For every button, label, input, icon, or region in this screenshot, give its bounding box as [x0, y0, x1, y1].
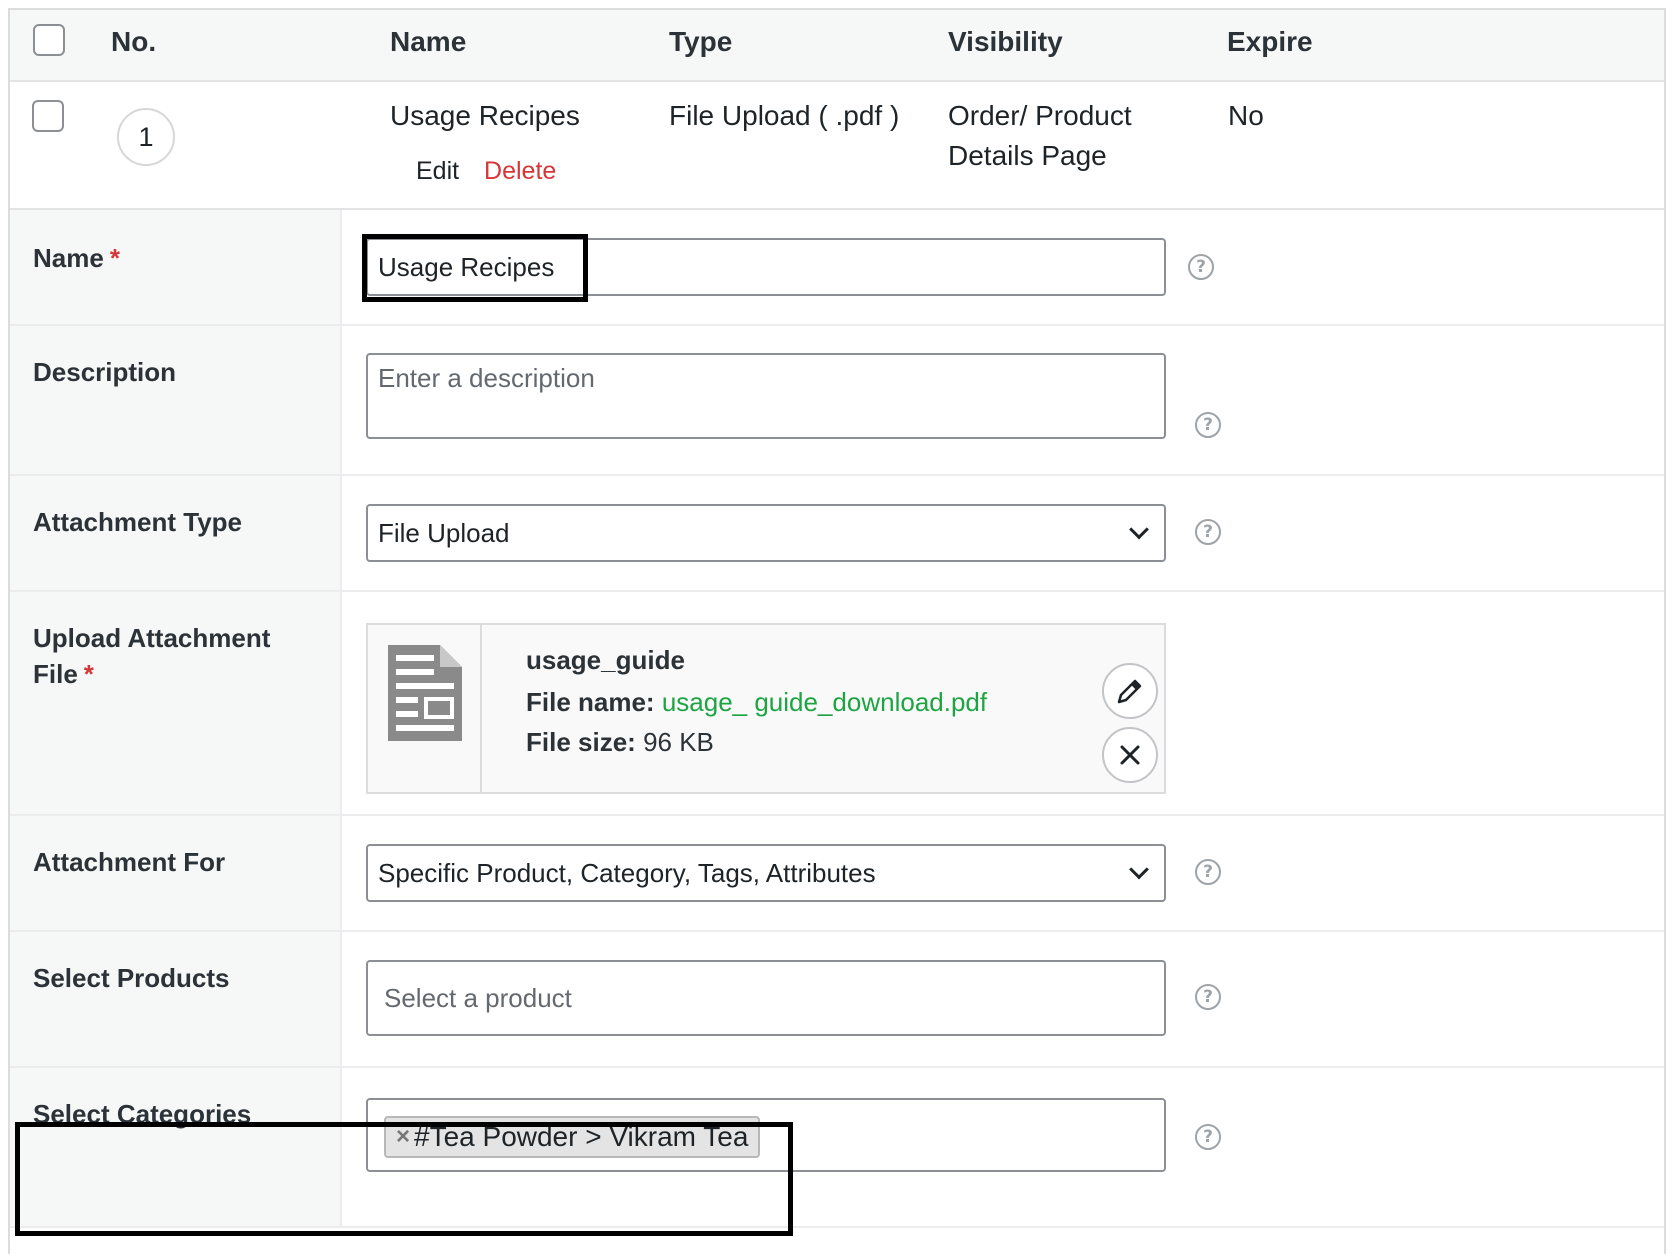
column-header-visibility: Visibility	[948, 26, 1063, 57]
attachment-for-label: Attachment For	[33, 847, 226, 877]
attachment-type-label: Attachment Type	[33, 507, 242, 537]
attachment-type-select[interactable]: File Upload	[366, 504, 1166, 562]
row-visibility-line2: Details Page	[948, 140, 1107, 171]
document-icon	[388, 645, 462, 741]
table-row: 1 Usage Recipes Edit Delete File Upload …	[10, 82, 1664, 210]
description-textarea[interactable]: Enter a description	[366, 353, 1166, 439]
file-name-line: File name: usage_ guide_download.pdf	[526, 687, 987, 718]
row-visibility-line1: Order/ Product	[948, 100, 1132, 131]
file-name-link[interactable]: usage_ guide_download.pdf	[662, 687, 987, 717]
select-products-placeholder: Select a product	[384, 983, 572, 1013]
highlight-box-name	[362, 234, 588, 302]
form-row-attachment-type: Attachment Type File Upload ?	[10, 476, 1664, 592]
pencil-icon	[1117, 679, 1142, 704]
column-header-expire: Expire	[1227, 26, 1313, 57]
form-row-name: Name * Usage Recipes ?	[10, 210, 1664, 326]
row-actions: Edit Delete	[416, 157, 556, 186]
file-title: usage_guide	[526, 645, 685, 675]
upload-label-line1: Upload Attachment	[33, 623, 271, 653]
row-visibility: Order/ Product Details Page	[948, 96, 1132, 176]
name-label: Name	[33, 243, 104, 273]
row-type: File Upload ( .pdf )	[669, 100, 900, 131]
help-icon[interactable]: ?	[1195, 519, 1221, 545]
file-size-line: File size: 96 KB	[526, 727, 714, 758]
attachment-type-value: File Upload	[378, 518, 510, 548]
delete-link[interactable]: Delete	[484, 157, 556, 185]
file-name-label: File name:	[526, 687, 655, 717]
help-icon[interactable]: ?	[1195, 412, 1221, 438]
help-icon[interactable]: ?	[1195, 859, 1221, 885]
edit-file-button[interactable]	[1102, 663, 1158, 719]
column-header-no: No.	[111, 26, 157, 57]
required-marker: *	[83, 659, 94, 689]
description-label: Description	[33, 357, 177, 387]
row-number-badge: 1	[117, 108, 175, 166]
highlight-box-categories	[15, 1122, 793, 1236]
remove-file-button[interactable]	[1102, 727, 1158, 783]
uploaded-file-card: usage_guide File name: usage_ guide_down…	[366, 623, 1166, 794]
attachment-for-value: Specific Product, Category, Tags, Attrib…	[378, 858, 876, 888]
column-header-name: Name	[390, 26, 467, 57]
required-marker: *	[109, 243, 120, 273]
select-all-checkbox[interactable]	[33, 24, 65, 56]
form-row-attachment-for: Attachment For Specific Product, Categor…	[10, 816, 1664, 932]
file-size-label: File size:	[526, 727, 636, 757]
table-header: No. Name Type Visibility Expire	[10, 10, 1664, 82]
column-header-type: Type	[669, 26, 733, 57]
file-size-value: 96 KB	[643, 727, 714, 757]
help-icon[interactable]: ?	[1188, 254, 1214, 280]
chevron-down-icon	[1129, 859, 1149, 880]
select-products-label: Select Products	[33, 963, 230, 993]
form-row-select-products: Select Products Select a product ?	[10, 932, 1664, 1068]
close-icon	[1120, 745, 1140, 765]
row-expire: No	[1228, 100, 1264, 131]
attachments-panel: No. Name Type Visibility Expire 1 Usage …	[8, 8, 1666, 1254]
upload-label-line2: File	[33, 659, 78, 689]
select-products-input[interactable]: Select a product	[366, 960, 1166, 1036]
row-select-checkbox[interactable]	[32, 100, 64, 132]
form-row-description: Description Enter a description ?	[10, 326, 1664, 476]
description-placeholder: Enter a description	[378, 363, 595, 393]
attachment-for-select[interactable]: Specific Product, Category, Tags, Attrib…	[366, 844, 1166, 902]
chevron-down-icon	[1129, 519, 1149, 540]
help-icon[interactable]: ?	[1195, 984, 1221, 1010]
row-name: Usage Recipes	[390, 100, 580, 131]
form-row-upload: Upload Attachment File * usage_guide Fil…	[10, 592, 1664, 816]
edit-link[interactable]: Edit	[416, 157, 459, 185]
help-icon[interactable]: ?	[1195, 1124, 1221, 1150]
